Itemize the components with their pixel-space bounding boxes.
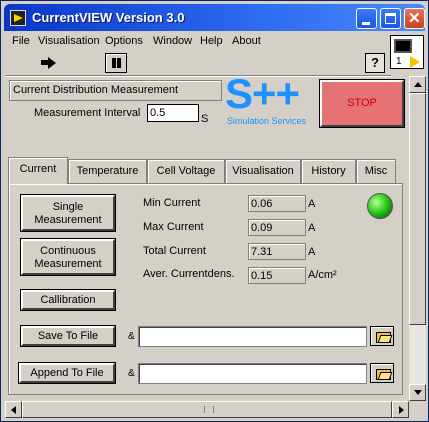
- maximize-button[interactable]: [380, 8, 401, 29]
- horizontal-scroll-thumb[interactable]: [22, 401, 392, 418]
- average-current-density-label: Aver. Currentdens.: [143, 268, 235, 280]
- toolbar-divider: [5, 75, 391, 77]
- menu-visualisation[interactable]: Visualisation: [38, 35, 100, 47]
- interval-label: Measurement Interval: [34, 107, 141, 119]
- close-icon: ✕: [408, 10, 421, 27]
- scroll-up-arrow-icon[interactable]: [409, 76, 426, 93]
- menu-help[interactable]: Help: [200, 35, 223, 47]
- min-current-label: Min Current: [143, 197, 201, 209]
- max-current-unit: A: [308, 222, 316, 234]
- continuous-line1: Continuous: [40, 245, 96, 257]
- path-icon: &: [128, 368, 135, 379]
- scroll-left-arrow-icon[interactable]: [5, 401, 22, 418]
- app-window: CurrentVIEW Version 3.0 ✕ File Visualisa…: [0, 0, 429, 422]
- menu-window[interactable]: Window: [153, 35, 192, 47]
- menu-options[interactable]: Options: [105, 35, 143, 47]
- append-path-input[interactable]: [138, 363, 367, 384]
- interval-input[interactable]: 0.5: [147, 104, 199, 122]
- single-measurement-button[interactable]: Single Measurement: [20, 194, 116, 232]
- logo: S++: [225, 70, 300, 117]
- total-current-value: 7.31: [248, 243, 306, 260]
- tab-current[interactable]: Current: [8, 157, 68, 184]
- context-help-button[interactable]: ?: [365, 53, 385, 73]
- max-current-value: 0.09: [248, 219, 306, 236]
- panel-title: Current Distribution Measurement: [9, 80, 222, 101]
- tab-visualisation[interactable]: Visualisation: [225, 159, 301, 183]
- minimize-button[interactable]: [356, 8, 377, 29]
- continuous-measurement-button[interactable]: Continuous Measurement: [20, 238, 116, 276]
- tab-history[interactable]: History: [301, 159, 356, 183]
- vi-icon-number: 1: [396, 56, 402, 67]
- vi-icon: 1: [390, 35, 424, 69]
- menu-about[interactable]: About: [232, 35, 261, 47]
- total-current-label: Total Current: [143, 245, 206, 257]
- average-current-density-unit: A/cm²: [308, 269, 337, 281]
- scroll-down-arrow-icon[interactable]: [409, 384, 426, 401]
- menu-file[interactable]: File: [12, 35, 30, 47]
- path-icon: &: [128, 331, 135, 342]
- tab-temperature[interactable]: Temperature: [68, 159, 147, 183]
- scroll-right-arrow-icon[interactable]: [392, 401, 409, 418]
- average-current-density-value: 0.15: [248, 267, 306, 284]
- horizontal-scrollbar[interactable]: [5, 401, 409, 418]
- monitor-icon: [394, 39, 412, 53]
- calibration-button[interactable]: Callibration: [20, 289, 116, 311]
- append-to-file-button[interactable]: Append To File: [18, 362, 116, 384]
- total-current-unit: A: [308, 246, 316, 258]
- vertical-scrollbar[interactable]: [409, 76, 426, 401]
- close-button[interactable]: ✕: [404, 8, 425, 29]
- maximize-icon: [385, 13, 396, 24]
- continuous-line2: Measurement: [34, 258, 102, 270]
- vertical-scroll-thumb[interactable]: [409, 93, 426, 325]
- app-icon: [10, 10, 26, 26]
- min-current-value: 0.06: [248, 195, 306, 212]
- save-browse-folder-icon[interactable]: [370, 326, 394, 346]
- title-bar[interactable]: CurrentVIEW Version 3.0 ✕: [4, 4, 425, 31]
- logo-subtitle: Simulation Services: [227, 116, 307, 126]
- single-line1: Single: [52, 201, 84, 213]
- minimize-icon: [362, 22, 370, 25]
- interval-unit: S: [201, 113, 209, 125]
- max-current-label: Max Current: [143, 221, 204, 233]
- tab-misc[interactable]: Misc: [356, 159, 396, 183]
- status-led-indicator: [367, 193, 393, 219]
- arrow-icon: [410, 56, 420, 68]
- single-line2: Measurement: [34, 214, 102, 226]
- pause-button[interactable]: [105, 53, 127, 73]
- min-current-unit: A: [308, 198, 316, 210]
- stop-button[interactable]: STOP: [319, 79, 405, 128]
- window-title: CurrentVIEW Version 3.0: [32, 10, 185, 25]
- run-arrow-icon[interactable]: [39, 54, 59, 72]
- save-path-input[interactable]: [138, 326, 367, 347]
- append-browse-folder-icon[interactable]: [370, 363, 394, 383]
- tab-cell-voltage[interactable]: Cell Voltage: [147, 159, 225, 183]
- save-to-file-button[interactable]: Save To File: [20, 325, 116, 347]
